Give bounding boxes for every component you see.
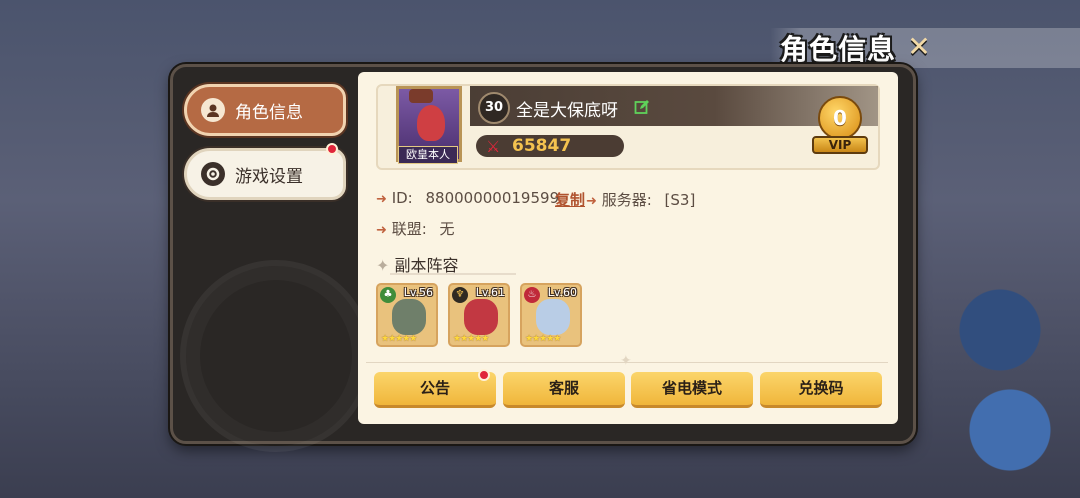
leaf-element-icon: ♣	[380, 287, 396, 303]
sparkle-icon: ✦	[376, 256, 390, 275]
avatar-hat	[409, 89, 433, 103]
player-name: 全是大保底呀	[516, 101, 618, 121]
tab-label: 游戏设置	[235, 166, 303, 187]
crossed-swords-icon: ⚔	[486, 137, 501, 156]
combat-power: 65847	[512, 136, 572, 156]
hero-level: Lv.61	[475, 286, 505, 299]
hero-stars: ★★★★★	[525, 334, 561, 344]
edit-icon[interactable]	[634, 99, 650, 115]
id-label: ID:	[391, 189, 413, 207]
alliance-row: ➜ 联盟: 无	[376, 218, 455, 239]
settings-notification-dot	[326, 143, 338, 155]
announcement-notification-dot	[478, 369, 490, 381]
copy-row: 复制	[555, 189, 585, 210]
copy-button[interactable]: 复制	[555, 191, 585, 209]
id-value: 88000000019599	[425, 189, 560, 207]
hero-stars: ★★★★★	[381, 334, 417, 344]
server-value: [S3]	[664, 191, 696, 209]
hero-level: Lv.56	[403, 286, 433, 299]
arrow-icon: ➜	[376, 223, 387, 238]
arrow-icon: ➜	[586, 194, 597, 209]
tab-label: 角色信息	[235, 102, 303, 123]
hero-stars: ★★★★★	[453, 334, 489, 344]
hero-card-2[interactable]: ♆ Lv.61 ★★★★★	[448, 283, 510, 347]
tab-character-info[interactable]: 角色信息	[184, 84, 346, 136]
avatar-portrait	[417, 105, 445, 141]
vip-level: 0	[818, 96, 862, 140]
customer-service-button[interactable]: 客服	[503, 372, 625, 408]
vip-badge[interactable]: 0 VIP	[812, 96, 868, 158]
dark-element-icon: ♆	[452, 287, 468, 303]
server-row: ➜ 服务器: [S3]	[586, 189, 695, 210]
tab-game-settings[interactable]: 游戏设置	[184, 148, 346, 200]
settings-icon	[201, 162, 225, 186]
hero-level: Lv.60	[547, 286, 577, 299]
section-underline	[390, 273, 516, 275]
arrow-icon: ➜	[376, 192, 387, 207]
hero-sprite	[536, 299, 570, 335]
avatar-title-tag: 欧皇本人	[398, 146, 458, 164]
redeem-code-button[interactable]: 兑换码	[760, 372, 882, 408]
server-label: 服务器:	[601, 191, 652, 209]
player-level-badge: 30	[478, 92, 510, 124]
fire-element-icon: ♨	[524, 287, 540, 303]
hero-sprite	[464, 299, 498, 335]
alliance-value: 无	[439, 220, 455, 238]
compass-decoration	[180, 260, 372, 452]
vip-label: VIP	[812, 136, 868, 154]
power-saving-button[interactable]: 省电模式	[631, 372, 753, 408]
divider-ornament-icon: ✦	[620, 353, 632, 369]
close-icon[interactable]: ✕	[904, 32, 934, 62]
alliance-label: 联盟:	[391, 220, 427, 238]
hero-card-1[interactable]: ♣ Lv.56 ★★★★★	[376, 283, 438, 347]
hero-sprite	[392, 299, 426, 335]
window-title: 角色信息	[780, 33, 897, 66]
user-icon	[201, 98, 225, 122]
id-row: ➜ ID: 88000000019599	[376, 189, 559, 207]
hero-card-3[interactable]: ♨ Lv.60 ★★★★★	[520, 283, 582, 347]
